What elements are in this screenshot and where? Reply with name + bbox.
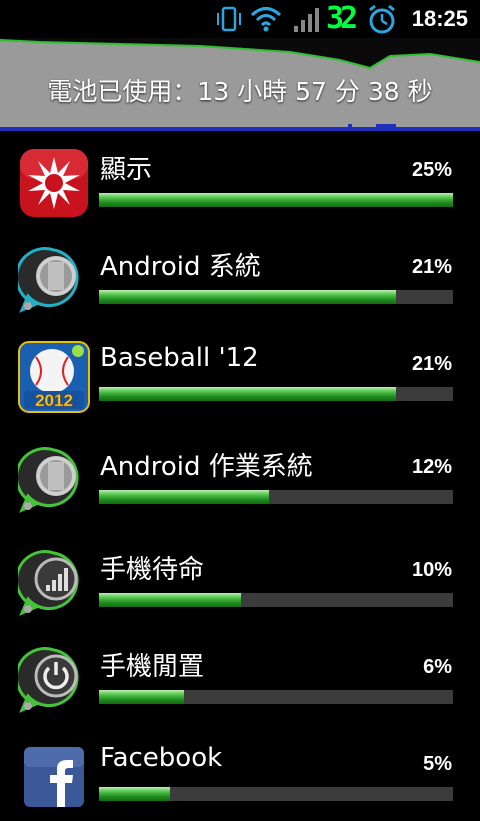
usage-bar-track xyxy=(99,787,453,801)
usage-bar-track xyxy=(99,593,453,607)
usage-percent: 6% xyxy=(423,656,452,678)
facebook-icon xyxy=(24,747,84,807)
usage-percent: 21% xyxy=(411,353,452,375)
status-bar: 32 18:25 xyxy=(0,0,480,38)
usage-percent: 12% xyxy=(411,456,452,478)
usage-row-display[interactable]: 顯示 25% xyxy=(0,131,480,227)
usage-label: 手機閒置 xyxy=(100,652,205,682)
usage-bar xyxy=(99,290,397,304)
usage-label: Baseball '12 xyxy=(100,343,259,373)
usage-row-cell-standby[interactable]: 手機待命 10% xyxy=(0,531,480,627)
usage-bar-track xyxy=(99,490,453,504)
battery-history-graph[interactable]: 電池已使用：13 小時 57 分 38 秒 xyxy=(0,38,480,130)
battery-level-icon: 32 xyxy=(326,1,358,36)
wifi-icon xyxy=(250,4,282,38)
usage-percent: 25% xyxy=(411,159,452,181)
android-system-icon xyxy=(15,244,90,316)
usage-bar-track xyxy=(99,290,453,304)
phone-idle-icon xyxy=(15,644,90,716)
usage-label: Android 系統 xyxy=(100,252,261,282)
display-icon xyxy=(18,147,90,219)
cell-standby-icon xyxy=(15,547,90,619)
usage-bar xyxy=(99,490,269,504)
usage-percent: 10% xyxy=(411,559,452,581)
alarm-icon xyxy=(366,4,398,40)
signal-icon xyxy=(292,4,322,38)
usage-bar xyxy=(99,787,170,801)
usage-bar xyxy=(99,690,184,704)
usage-row-phone-idle[interactable]: 手機閒置 6% xyxy=(0,628,480,724)
android-os-icon xyxy=(15,444,90,516)
clock: 18:25 xyxy=(411,6,468,31)
usage-label: 手機待命 xyxy=(100,555,205,585)
usage-label: 顯示 xyxy=(100,155,153,185)
svg-text:2012: 2012 xyxy=(35,391,73,410)
usage-label: Android 作業系統 xyxy=(100,452,313,482)
usage-row-facebook[interactable]: Facebook 5% xyxy=(0,725,480,821)
usage-row-android-system[interactable]: Android 系統 21% xyxy=(0,228,480,324)
usage-percent: 21% xyxy=(411,256,452,278)
usage-bar-track xyxy=(99,193,453,207)
usage-row-baseball[interactable]: 2012 Baseball '12 21% xyxy=(0,325,480,421)
usage-percent: 5% xyxy=(423,753,452,775)
vibrate-icon xyxy=(214,4,244,38)
usage-bar-track xyxy=(99,387,453,401)
battery-usage-time: 電池已使用：13 小時 57 分 38 秒 xyxy=(47,77,433,106)
usage-bar xyxy=(99,193,453,207)
usage-bar xyxy=(99,593,241,607)
usage-bar-track xyxy=(99,690,453,704)
baseball-app-icon: 2012 xyxy=(18,341,90,413)
usage-bar xyxy=(99,387,397,401)
usage-label: Facebook xyxy=(100,743,223,773)
usage-row-android-os[interactable]: Android 作業系統 12% xyxy=(0,428,480,524)
